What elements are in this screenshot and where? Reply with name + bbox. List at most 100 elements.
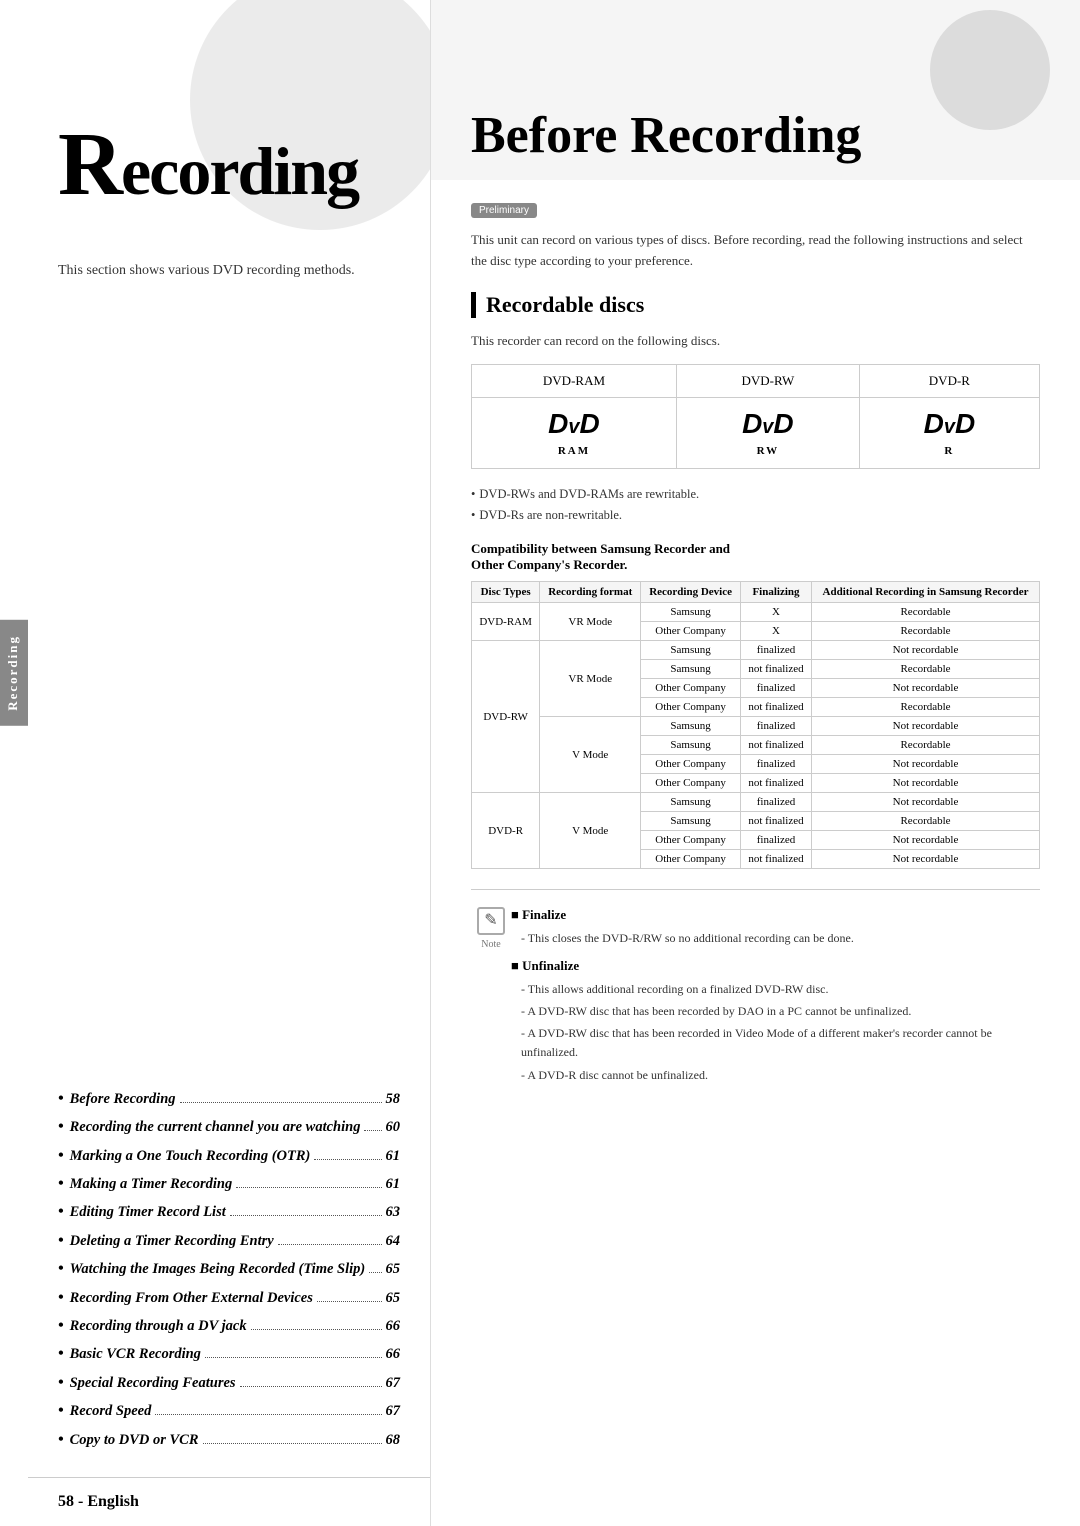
compat-device: Other Company	[641, 831, 741, 850]
unfinalize-item: - A DVD-RW disc that has been recorded b…	[521, 1002, 1040, 1021]
toc-item: Editing Timer Record List63	[58, 1201, 400, 1223]
note-section: ✎ Note ■ Finalize - This closes the DVD-…	[471, 889, 1040, 1088]
big-r: R	[58, 115, 121, 214]
compat-device: Other Company	[641, 698, 741, 717]
compat-format: V Mode	[540, 717, 641, 793]
toc-page: 64	[386, 1231, 401, 1251]
note-icon-symbol: ✎	[477, 907, 505, 935]
toc-item: Recording From Other External Devices 65	[58, 1287, 400, 1309]
left-footer: 58 - English	[28, 1477, 430, 1526]
dvd-ram-label: RAM	[558, 445, 590, 457]
compat-finalizing: finalized	[740, 717, 811, 736]
compat-additional: Not recordable	[812, 850, 1040, 869]
right-content: Preliminary This unit can record on vari…	[431, 180, 1080, 1526]
left-panel: Recording Recording This section shows v…	[0, 0, 430, 1526]
toc-label: Editing Timer Record List	[70, 1202, 226, 1222]
compat-device: Samsung	[641, 812, 741, 831]
toc-page: 65	[386, 1288, 401, 1308]
side-tab-recording: Recording	[0, 620, 28, 726]
compat-additional: Recordable	[812, 698, 1040, 717]
compat-row: DVD-RAMVR ModeSamsungXRecordable	[472, 603, 1040, 622]
compat-finalizing: not finalized	[740, 698, 811, 717]
title-rest: ecording	[121, 133, 358, 209]
finalize-row: ✎ Note ■ Finalize - This closes the DVD-…	[471, 905, 1040, 1088]
compat-device: Samsung	[641, 736, 741, 755]
toc-label: Watching the Images Being Recorded (Time…	[70, 1259, 366, 1279]
finalize-title: ■ Finalize	[511, 905, 1040, 926]
toc-dots	[251, 1329, 382, 1330]
dvd-rw-logo: DvD	[689, 408, 847, 440]
compat-additional: Recordable	[812, 736, 1040, 755]
toc-label: Record Speed	[70, 1401, 152, 1421]
left-section-text: This section shows various DVD recording…	[28, 230, 430, 302]
toc-label: Recording the current channel you are wa…	[70, 1117, 361, 1137]
compat-device: Samsung	[641, 660, 741, 679]
toc-page: 67	[386, 1373, 401, 1393]
toc-dots	[236, 1187, 381, 1188]
note-icon: ✎ Note	[471, 905, 511, 953]
dvd-rw-label: RW	[757, 445, 780, 457]
toc-label: Basic VCR Recording	[70, 1344, 201, 1364]
toc-label: Making a Timer Recording	[70, 1174, 233, 1194]
toc-label: Marking a One Touch Recording (OTR)	[70, 1146, 311, 1166]
sub-intro: This recorder can record on the followin…	[471, 333, 1040, 349]
compat-col-finalizing: Finalizing	[740, 582, 811, 603]
compat-finalizing: finalized	[740, 793, 811, 812]
compat-device: Other Company	[641, 622, 741, 641]
toc-label: Recording through a DV jack	[70, 1316, 247, 1336]
compat-additional: Not recordable	[812, 793, 1040, 812]
compat-finalizing: finalized	[740, 831, 811, 850]
dvd-rw-logo-cell: DvD RW	[676, 397, 859, 468]
toc-item: Recording the current channel you are wa…	[58, 1116, 400, 1138]
compat-format: V Mode	[540, 793, 641, 869]
toc-dots	[364, 1130, 381, 1131]
compat-device: Other Company	[641, 679, 741, 698]
compat-title: Compatibility between Samsung Recorder a…	[471, 541, 1040, 573]
recordable-discs-title: Recordable discs	[471, 292, 1040, 318]
unfinalize-item: - This allows additional recording on a …	[521, 980, 1040, 999]
right-header-title: Before Recording	[471, 106, 861, 165]
finalize-text: - This closes the DVD-R/RW so no additio…	[521, 929, 1040, 948]
compat-device: Samsung	[641, 641, 741, 660]
compat-finalizing: not finalized	[740, 774, 811, 793]
dvd-r-label: R	[944, 445, 954, 457]
compat-finalizing: finalized	[740, 755, 811, 774]
bullet-note: DVD-Rs are non-rewritable.	[471, 505, 1040, 526]
toc-item: Marking a One Touch Recording (OTR)61	[58, 1145, 400, 1167]
compat-disc: DVD-RAM	[472, 603, 540, 641]
dvd-ram-header: DVD-RAM	[472, 364, 677, 397]
toc-item: Before Recording58	[58, 1088, 400, 1110]
compat-additional: Not recordable	[812, 774, 1040, 793]
toc-label: Copy to DVD or VCR	[70, 1430, 199, 1450]
toc-label: Recording From Other External Devices	[70, 1288, 313, 1308]
compat-additional: Not recordable	[812, 641, 1040, 660]
compat-finalizing: not finalized	[740, 660, 811, 679]
toc-dots	[203, 1443, 382, 1444]
preliminary-badge: Preliminary	[471, 203, 537, 218]
toc-page: 68	[386, 1430, 401, 1450]
compat-finalizing: not finalized	[740, 850, 811, 869]
right-panel: Before Recording Preliminary This unit c…	[430, 0, 1080, 1526]
right-header: Before Recording	[431, 0, 1080, 180]
toc-dots	[240, 1386, 382, 1387]
toc-item: Recording through a DV jack 66	[58, 1315, 400, 1337]
compat-additional: Not recordable	[812, 755, 1040, 774]
toc-page: 66	[386, 1316, 401, 1336]
toc-item: Watching the Images Being Recorded (Time…	[58, 1258, 400, 1280]
compat-finalizing: not finalized	[740, 812, 811, 831]
toc-item: Copy to DVD or VCR 68	[58, 1429, 400, 1451]
toc-dots	[155, 1414, 381, 1415]
dvd-table: DVD-RAM DVD-RW DVD-R DvD RAM DvD	[471, 364, 1040, 469]
compat-additional: Recordable	[812, 812, 1040, 831]
toc-item: Record Speed67	[58, 1400, 400, 1422]
note-label: Note	[481, 937, 500, 953]
compat-device: Other Company	[641, 850, 741, 869]
toc-dots	[205, 1357, 382, 1358]
toc-dots	[369, 1272, 381, 1273]
left-header: Recording	[28, 0, 430, 230]
toc-dots	[317, 1301, 382, 1302]
compat-table: Disc Types Recording format Recording De…	[471, 581, 1040, 869]
toc-page: 61	[386, 1174, 401, 1194]
compat-device: Samsung	[641, 793, 741, 812]
bullet-note: DVD-RWs and DVD-RAMs are rewritable.	[471, 484, 1040, 505]
